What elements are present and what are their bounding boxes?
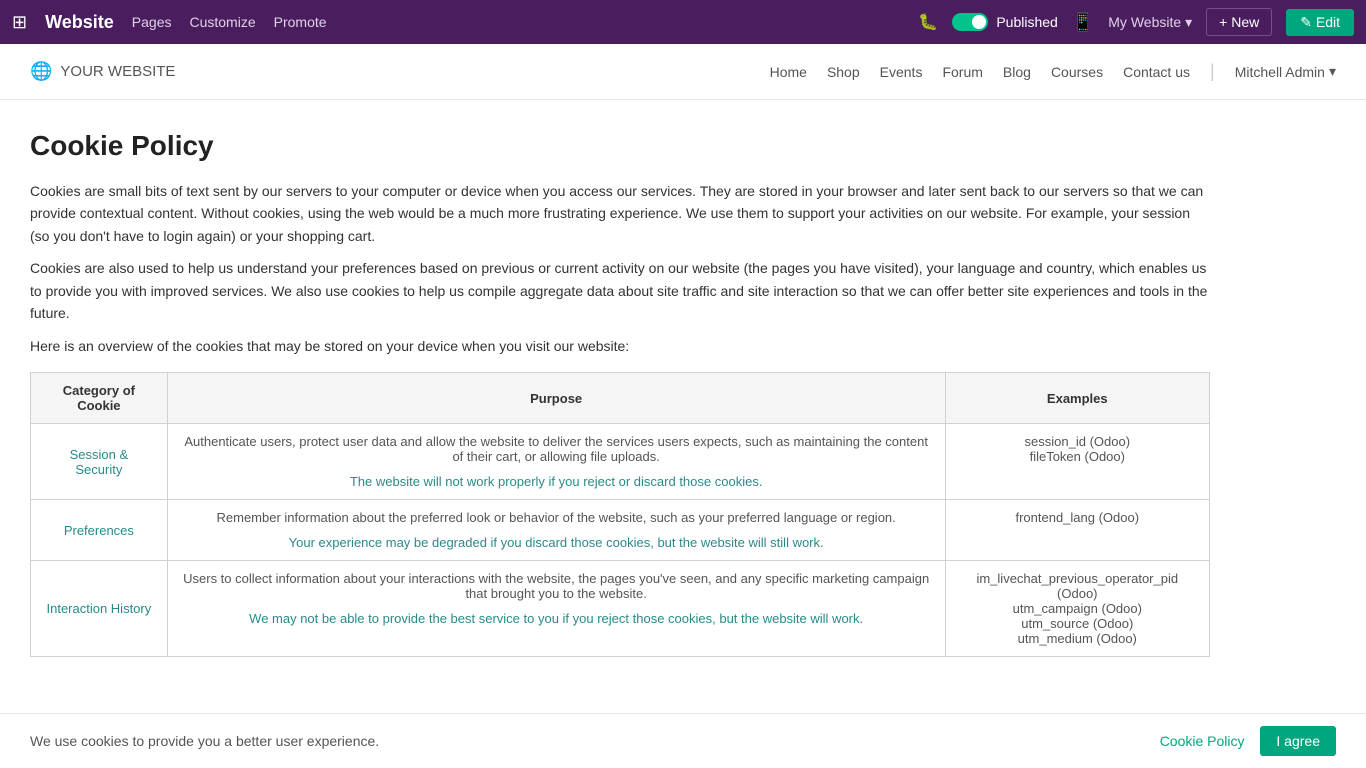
col-header-purpose: Purpose	[167, 373, 945, 424]
toggle-switch[interactable]	[952, 13, 988, 31]
chevron-down-icon: ▾	[1185, 14, 1192, 31]
new-button[interactable]: + New	[1206, 8, 1272, 36]
chevron-down-icon: ▾	[1329, 63, 1336, 80]
cookie-table: Category of Cookie Purpose Examples Sess…	[30, 372, 1210, 657]
nav-pages[interactable]: Pages	[132, 14, 172, 30]
nav-forum[interactable]: Forum	[942, 64, 982, 80]
overview-text: Here is an overview of the cookies that …	[30, 338, 1210, 354]
example-item: utm_medium (Odoo)	[960, 631, 1195, 646]
menu-divider: |	[1210, 61, 1215, 82]
site-menu: Home Shop Events Forum Blog Courses Cont…	[770, 61, 1336, 82]
admin-user-menu[interactable]: Mitchell Admin ▾	[1235, 63, 1336, 80]
cookie-policy-link[interactable]: Cookie Policy	[1160, 733, 1245, 749]
top-bar-right: 🐛 Published 📱 My Website ▾ + New ✎ Edit	[918, 8, 1354, 36]
top-bar: ⊞ Website Pages Customize Promote 🐛 Publ…	[0, 0, 1366, 44]
nav-contact[interactable]: Contact us	[1123, 64, 1190, 80]
example-item: utm_campaign (Odoo)	[960, 601, 1195, 616]
table-row: Session & Security Authenticate users, pr…	[31, 424, 1210, 500]
table-cell-category: Preferences	[31, 500, 168, 561]
nav-courses[interactable]: Courses	[1051, 64, 1103, 80]
my-website-dropdown[interactable]: My Website ▾	[1108, 14, 1192, 31]
cookie-banner: We use cookies to provide you a better u…	[0, 713, 1366, 768]
nav-promote[interactable]: Promote	[274, 14, 327, 30]
site-logo: 🌐 YOUR WEBSITE	[30, 61, 175, 82]
purpose-note: Your experience may be degraded if you d…	[182, 535, 931, 550]
bug-icon[interactable]: 🐛	[918, 12, 938, 32]
purpose-note: The website will not work properly if yo…	[182, 474, 931, 489]
nav-blog[interactable]: Blog	[1003, 64, 1031, 80]
example-item: frontend_lang (Odoo)	[960, 510, 1195, 525]
intro-paragraph-1: Cookies are small bits of text sent by o…	[30, 180, 1210, 247]
purpose-main: Authenticate users, protect user data an…	[184, 434, 928, 464]
table-cell-purpose: Remember information about the preferred…	[167, 500, 945, 561]
published-label: Published	[996, 14, 1058, 30]
nav-home[interactable]: Home	[770, 64, 807, 80]
table-row: Interaction History Users to collect info…	[31, 561, 1210, 657]
site-nav: 🌐 YOUR WEBSITE Home Shop Events Forum Bl…	[0, 44, 1366, 100]
purpose-note: We may not be able to provide the best s…	[182, 611, 931, 626]
purpose-main: Remember information about the preferred…	[217, 510, 896, 525]
cookie-banner-text: We use cookies to provide you a better u…	[30, 733, 379, 749]
col-header-category: Category of Cookie	[31, 373, 168, 424]
my-website-label: My Website	[1108, 14, 1181, 30]
nav-shop[interactable]: Shop	[827, 64, 860, 80]
brand-label: Website	[45, 12, 114, 33]
example-item: im_livechat_previous_operator_pid (Odoo)	[960, 571, 1195, 601]
site-logo-text: YOUR WEBSITE	[60, 63, 175, 80]
table-cell-examples: session_id (Odoo)fileToken (Odoo)	[945, 424, 1209, 500]
col-header-examples: Examples	[945, 373, 1209, 424]
admin-name: Mitchell Admin	[1235, 64, 1325, 80]
nav-events[interactable]: Events	[880, 64, 923, 80]
i-agree-button[interactable]: I agree	[1260, 726, 1336, 756]
purpose-main: Users to collect information about your …	[183, 571, 929, 601]
table-cell-examples: frontend_lang (Odoo)	[945, 500, 1209, 561]
table-header-row: Category of Cookie Purpose Examples	[31, 373, 1210, 424]
table-cell-examples: im_livechat_previous_operator_pid (Odoo)…	[945, 561, 1209, 657]
example-item: session_id (Odoo)	[960, 434, 1195, 449]
page-title: Cookie Policy	[30, 130, 1210, 162]
example-item: utm_source (Odoo)	[960, 616, 1195, 631]
mobile-icon[interactable]: 📱	[1072, 12, 1094, 33]
main-content: Cookie Policy Cookies are small bits of …	[0, 100, 1240, 737]
table-cell-purpose: Authenticate users, protect user data an…	[167, 424, 945, 500]
example-item: fileToken (Odoo)	[960, 449, 1195, 464]
top-bar-left: ⊞ Website Pages Customize Promote	[12, 12, 327, 33]
published-toggle[interactable]: Published	[952, 13, 1058, 31]
table-cell-category: Interaction History	[31, 561, 168, 657]
toggle-knob	[972, 15, 986, 29]
nav-customize[interactable]: Customize	[189, 14, 255, 30]
table-cell-category: Session & Security	[31, 424, 168, 500]
globe-icon: 🌐	[30, 61, 52, 82]
table-cell-purpose: Users to collect information about your …	[167, 561, 945, 657]
table-row: Preferences Remember information about th…	[31, 500, 1210, 561]
top-bar-nav: Pages Customize Promote	[132, 14, 327, 30]
edit-button[interactable]: ✎ Edit	[1286, 9, 1354, 36]
cookie-banner-actions: Cookie Policy I agree	[1160, 726, 1336, 756]
intro-paragraph-2: Cookies are also used to help us underst…	[30, 257, 1210, 324]
apps-icon[interactable]: ⊞	[12, 12, 27, 33]
